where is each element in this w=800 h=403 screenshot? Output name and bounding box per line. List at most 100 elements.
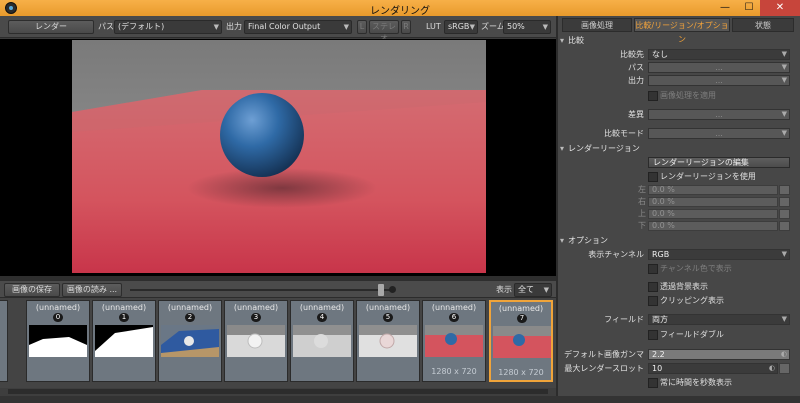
channel-color-checkbox[interactable]: チャンネル色で表示 — [648, 263, 732, 274]
ellipsis: ... — [715, 110, 723, 119]
history-thumbnail[interactable]: (unnamed) 6 1280 x 720 — [422, 300, 486, 382]
render-button[interactable]: レンダー — [8, 20, 94, 34]
load-image-button[interactable]: 画像の読み ... — [62, 283, 122, 297]
thumbnail-image — [161, 325, 219, 357]
region-top-label: 上 — [638, 209, 646, 218]
compare-mode-dropdown[interactable]: ... ▼ — [648, 128, 790, 139]
save-image-button[interactable]: 画像の保存 — [4, 283, 60, 297]
region-left-field[interactable]: 0.0 % — [648, 185, 778, 195]
lut-dropdown[interactable]: sRGB ▼ — [444, 20, 478, 34]
region-left-spinner[interactable] — [779, 185, 790, 195]
display-label: 表示 — [496, 285, 512, 294]
thumbnail-index: 6 — [449, 313, 459, 322]
history-thumbnail-selected[interactable]: (unnamed) 7 1280 x 720 — [489, 300, 553, 382]
max-render-slots-spinner[interactable] — [779, 363, 790, 374]
render-image — [72, 40, 486, 273]
region-bottom-spinner[interactable] — [779, 221, 790, 231]
chevron-down-icon: ▼ — [781, 76, 787, 84]
region-right-label: 右 — [638, 197, 646, 206]
region-top-spinner[interactable] — [779, 209, 790, 219]
bottom-resize-grip[interactable] — [0, 396, 800, 403]
thumbnail-index: 1 — [119, 313, 129, 322]
history-thumbnail[interactable]: (unnamed) 3 — [224, 300, 288, 382]
section-render-region[interactable]: レンダーリージョン — [560, 144, 798, 154]
thumbnail-image — [493, 326, 551, 358]
thumbnail-index: 4 — [317, 313, 327, 322]
thumbnail-name: (unnamed) — [431, 303, 477, 312]
chevron-down-icon: ▼ — [213, 23, 219, 31]
apply-processing-checkbox[interactable]: 画像処理を適用 — [648, 90, 716, 101]
edit-render-region-button[interactable]: レンダーリージョンの編集 — [648, 157, 790, 168]
tab-status[interactable]: 状態 — [732, 18, 794, 32]
thumbnail-index: 5 — [383, 313, 393, 322]
display-channel-dropdown[interactable]: RGB ▼ — [648, 249, 790, 260]
path-label: パス — [98, 22, 114, 31]
path-dropdown[interactable]: (デフォルト) ▼ — [114, 20, 222, 34]
thumbnail-image — [293, 325, 351, 357]
maximize-button[interactable]: ☐ — [738, 0, 760, 16]
region-right-field[interactable]: 0.0 % — [648, 197, 778, 207]
use-render-region-checkbox[interactable]: レンダーリージョンを使用 — [648, 171, 756, 182]
compare-output-label: 出力 — [628, 76, 644, 85]
field-dropdown[interactable]: 両方 ▼ — [648, 314, 790, 325]
history-thumbnail[interactable]: (unnamed) 0 — [26, 300, 90, 382]
output-dropdown[interactable]: Final Color Output ▼ — [244, 20, 352, 34]
thumbnail-scrollbar[interactable] — [0, 388, 556, 396]
thumbnail-resolution: 1280 x 720 — [431, 367, 477, 376]
max-render-slots-field[interactable]: 10 ◐ — [648, 363, 778, 374]
zoom-value: 50% — [507, 22, 525, 31]
slider-handle[interactable] — [378, 284, 384, 296]
compare-to-dropdown[interactable]: なし ▼ — [648, 49, 790, 60]
history-thumbnail[interactable]: (unnamed) 4 — [290, 300, 354, 382]
tab-image-processing[interactable]: 画像処理 — [562, 18, 632, 32]
chevron-down-icon: ▼ — [781, 315, 787, 323]
stereo-right-button[interactable]: R — [401, 20, 411, 34]
thumbnail-name: (unnamed) — [365, 303, 411, 312]
transparent-bg-checkbox[interactable]: 透過背景表示 — [648, 281, 708, 292]
history-thumbnail[interactable]: (unnamed) 5 — [356, 300, 420, 382]
close-button[interactable]: ✕ — [760, 0, 800, 16]
chevron-down-icon: ▼ — [343, 23, 349, 31]
thumbnail-index: 2 — [185, 313, 195, 322]
zoom-dropdown[interactable]: 50% ▼ — [503, 20, 551, 34]
display-dropdown[interactable]: 全て ▼ — [514, 283, 552, 297]
default-gamma-field[interactable]: 2.2 ◐ — [648, 349, 790, 360]
region-top-field[interactable]: 0.0 % — [648, 209, 778, 219]
minimize-button[interactable]: — — [714, 0, 736, 16]
output-label: 出力 — [226, 22, 242, 31]
thumbnail-name: (unnamed) — [167, 303, 213, 312]
render-scene — [72, 40, 486, 273]
compare-path-label: パス — [628, 63, 644, 72]
thumbnail-image — [227, 325, 285, 357]
section-options[interactable]: オプション — [560, 236, 798, 246]
thumbnail-name: (unnamed) — [498, 304, 544, 313]
render-viewport[interactable] — [0, 39, 556, 276]
compare-path-dropdown[interactable]: ... ▼ — [648, 62, 790, 73]
history-thumbnail-partial[interactable] — [0, 300, 8, 382]
thumbnail-size-slider[interactable] — [130, 289, 390, 291]
lut-label: LUT — [426, 22, 441, 31]
window-title: レンダリング — [370, 6, 430, 17]
chevron-down-icon: ▼ — [781, 63, 787, 71]
region-bottom-field[interactable]: 0.0 % — [648, 221, 778, 231]
properties-panel: 画像処理 比較/リージョン/オプション 状態 比較 比較先 なし ▼ パス ...… — [558, 16, 800, 396]
stereo-button[interactable]: ステレオ — [369, 20, 399, 43]
clipping-checkbox[interactable]: クリッピング表示 — [648, 295, 724, 306]
history-thumbnail[interactable]: (unnamed) 2 — [158, 300, 222, 382]
history-thumbnail[interactable]: (unnamed) 1 — [92, 300, 156, 382]
title-bar: レンダリング — ☐ ✕ — [0, 0, 800, 17]
thumbnail-image — [95, 325, 153, 357]
stereo-left-button[interactable]: L — [357, 20, 367, 34]
thumbnail-index: 3 — [251, 313, 261, 322]
scrollbar-thumb[interactable] — [8, 389, 548, 394]
thumbnail-resolution: 1280 x 720 — [498, 368, 544, 377]
field-double-checkbox[interactable]: フィールドダブル — [648, 329, 724, 340]
time-seconds-checkbox[interactable]: 常に時間を秒数表示 — [648, 377, 732, 388]
default-gamma-label: デフォルト画像ガンマ — [564, 350, 644, 359]
section-compare[interactable]: 比較 — [560, 36, 798, 46]
compare-output-dropdown[interactable]: ... ▼ — [648, 75, 790, 86]
tab-compare-region-options[interactable]: 比較/リージョン/オプション — [634, 18, 730, 44]
slider-end-icon — [389, 286, 396, 293]
difference-dropdown[interactable]: ... ▼ — [648, 109, 790, 120]
region-right-spinner[interactable] — [779, 197, 790, 207]
